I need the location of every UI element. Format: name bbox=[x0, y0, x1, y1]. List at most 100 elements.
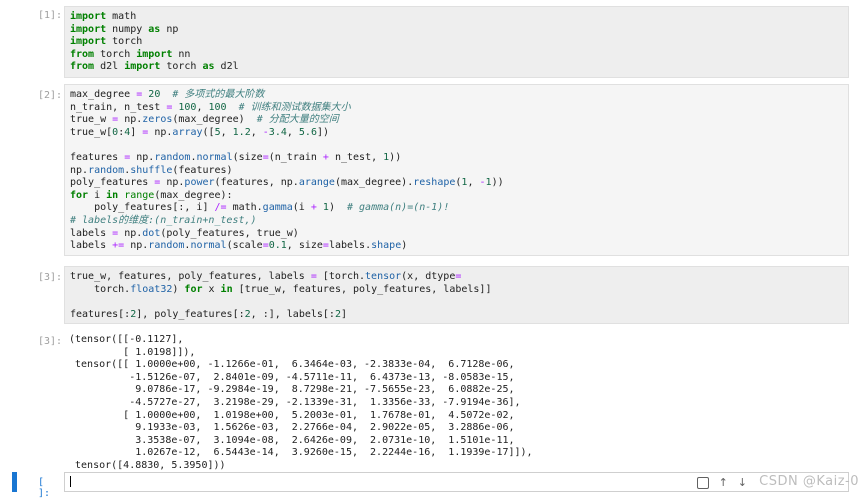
code-token: torch bbox=[106, 36, 143, 48]
code-line: # labels的维度:(n_train+n_test,) bbox=[70, 215, 843, 228]
code-line: labels = np.dot(poly_features, true_w) bbox=[70, 228, 843, 241]
code-token: n_train, n_test bbox=[70, 101, 167, 113]
code-token: true_w[ bbox=[70, 126, 113, 138]
code-token: torch. bbox=[70, 283, 131, 295]
code-token: np. bbox=[70, 164, 89, 176]
code-token: poly_features[:, i] bbox=[70, 202, 215, 214]
code-token: 3.4 bbox=[268, 126, 287, 138]
code-editor[interactable]: import math import numpy as np import torc… bbox=[64, 6, 849, 78]
move-up-icon[interactable]: ↑ bbox=[719, 476, 728, 489]
code-token: import bbox=[70, 23, 107, 35]
code-token: , bbox=[286, 126, 299, 138]
output-line: 3.3538e-07, 3.1094e-08, 2.6426e-09, 2.07… bbox=[69, 434, 515, 446]
code-token: range bbox=[124, 189, 155, 201]
code-token: += bbox=[112, 240, 125, 252]
code-token: gamma bbox=[262, 202, 293, 214]
code-token: # 分配大量的空间 bbox=[256, 114, 339, 126]
code-token: true_w, features, poly_features, labels bbox=[70, 271, 311, 282]
code-token: (max_degree). bbox=[334, 177, 414, 189]
copy-icon[interactable] bbox=[696, 476, 709, 489]
code-line: true_w[0:4] = np.array([5, 1.2, -3.4, 5.… bbox=[70, 127, 843, 140]
output-line: [ 1.0198]]), bbox=[69, 346, 196, 358]
code-token: as bbox=[148, 23, 161, 35]
code-editor[interactable]: true_w, features, poly_features, labels … bbox=[64, 266, 849, 324]
code-token: tensor bbox=[365, 271, 402, 282]
output-line: 9.0786e-17, -9.2984e-19, 8.7298e-21, -7.… bbox=[69, 384, 515, 396]
code-token: np. bbox=[130, 151, 155, 163]
code-token: ]) bbox=[316, 126, 330, 138]
code-block: import math import numpy as np import torc… bbox=[70, 11, 843, 74]
code-line: np.random.shuffle(features) bbox=[70, 165, 843, 178]
code-token: [true_w, features, poly_features, labels… bbox=[232, 283, 492, 295]
output-line: 9.1933e-03, 1.5626e-03, 2.2766e-04, 2.90… bbox=[69, 422, 515, 434]
code-token: true_w bbox=[70, 114, 113, 126]
code-token: math. bbox=[226, 202, 263, 214]
code-token: i bbox=[88, 189, 107, 201]
cell-prompt: [3]: bbox=[38, 272, 63, 283]
code-line: from torch import nn bbox=[70, 49, 843, 62]
code-editor[interactable]: max_degree = 20 # 多项式的最大阶数 n_train, n_tes… bbox=[64, 84, 849, 256]
code-token: [torch. bbox=[316, 271, 366, 282]
code-line: labels += np.random.normal(scale=0.1, si… bbox=[70, 240, 843, 253]
code-token: (max_degree): bbox=[154, 189, 233, 201]
code-token: np. bbox=[160, 177, 185, 189]
code-token: labels bbox=[70, 227, 113, 239]
code-token: labels. bbox=[328, 240, 372, 252]
code-token: n_test, bbox=[328, 151, 384, 163]
code-token: x bbox=[202, 283, 221, 295]
code-line: features = np.random.normal(size=(n_trai… bbox=[70, 152, 843, 165]
code-token: d2l bbox=[214, 61, 239, 73]
code-token: np. bbox=[118, 227, 143, 239]
text-cursor bbox=[70, 476, 71, 487]
code-token: np. bbox=[148, 126, 173, 138]
cell-prompt: [2]: bbox=[38, 90, 63, 101]
cell-prompt: [1]: bbox=[38, 10, 63, 21]
code-token: power bbox=[184, 177, 215, 189]
code-token: in bbox=[220, 283, 233, 295]
code-token: max_degree bbox=[70, 89, 137, 100]
code-token: (i bbox=[292, 202, 311, 214]
code-token: import bbox=[124, 61, 161, 73]
code-token: dot bbox=[142, 227, 161, 239]
code-token: # labels的维度:(n_train+n_test,) bbox=[70, 214, 257, 226]
code-token: float32 bbox=[130, 283, 173, 295]
code-token: zeros bbox=[142, 114, 173, 126]
code-token: features[: bbox=[70, 308, 131, 320]
code-token: d2l bbox=[94, 61, 125, 73]
code-token: , bbox=[196, 101, 209, 113]
code-token: import bbox=[70, 11, 107, 22]
code-token: # gamma(n)=(n-1)! bbox=[347, 202, 450, 214]
code-token: array bbox=[172, 126, 203, 138]
code-token: arange bbox=[298, 177, 335, 189]
move-down-icon[interactable]: ↓ bbox=[738, 476, 747, 489]
code-token: random bbox=[154, 151, 191, 163]
code-token: torch bbox=[160, 61, 203, 73]
code-token: 0.1 bbox=[268, 240, 287, 252]
code-token: features bbox=[70, 151, 125, 163]
code-token: labels bbox=[70, 240, 113, 252]
code-token: ], poly_features[: bbox=[136, 308, 245, 320]
code-token: in bbox=[106, 189, 119, 201]
code-token: import bbox=[70, 36, 107, 48]
watermark: CSDN @Kaiz-0 bbox=[759, 474, 859, 489]
code-token: (poly_features, true_w) bbox=[160, 227, 299, 239]
code-token: (scale bbox=[226, 240, 263, 252]
code-token: (n_train bbox=[268, 151, 323, 163]
code-line: poly_features = np.power(features, np.ar… bbox=[70, 177, 843, 190]
output-line: [ 1.0000e+00, 1.0198e+00, 5.2003e-01, 1.… bbox=[69, 409, 515, 421]
code-token: ] bbox=[130, 126, 143, 138]
code-token: , bbox=[467, 177, 480, 189]
code-token: 1.2 bbox=[232, 126, 251, 138]
code-token: (max_degree) bbox=[172, 114, 257, 126]
output-line: tensor([[ 1.0000e+00, -1.1266e-01, 6.346… bbox=[69, 359, 515, 371]
code-token: (features, np. bbox=[214, 177, 299, 189]
code-token: normal bbox=[190, 240, 227, 252]
code-line: n_train, n_test = 100, 100 # 训练和测试数据集大小 bbox=[70, 102, 843, 115]
code-token: as bbox=[202, 61, 215, 73]
code-token: 100 bbox=[208, 101, 227, 113]
code-token: 100 bbox=[178, 101, 197, 113]
code-token: )) bbox=[389, 151, 402, 163]
code-line: for i in range(max_degree): bbox=[70, 190, 843, 203]
